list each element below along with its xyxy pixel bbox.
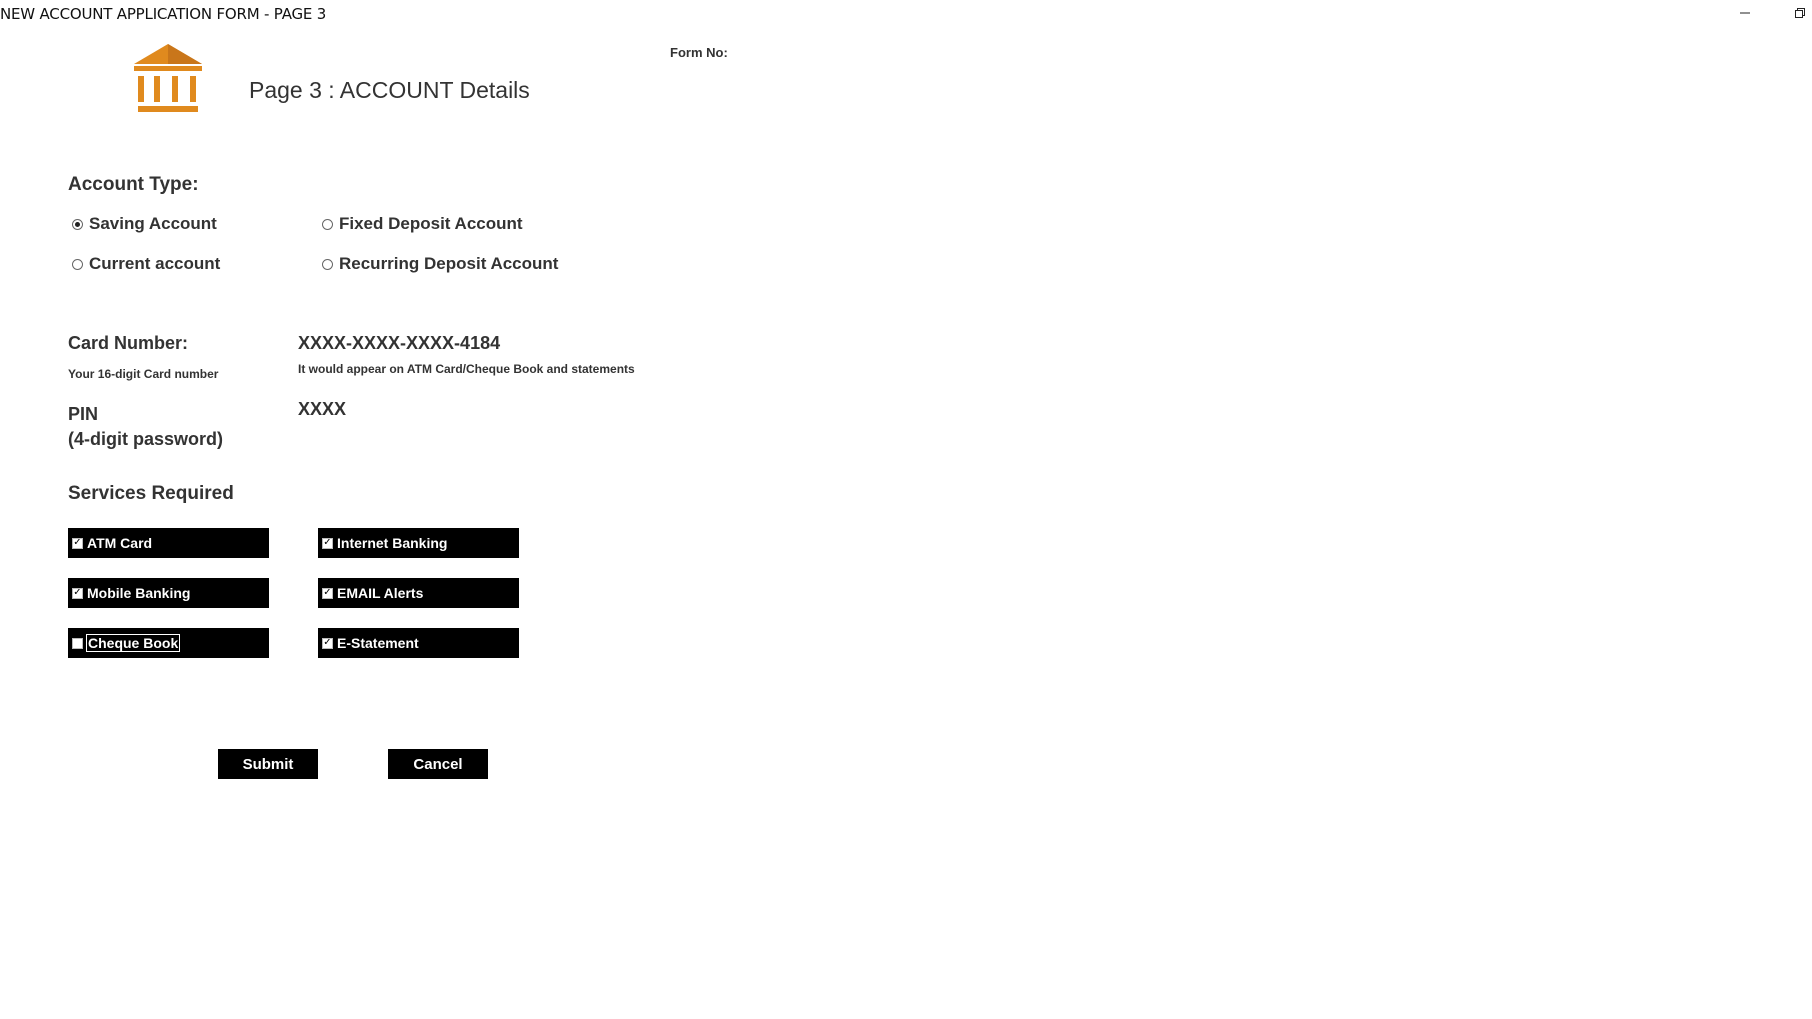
service-label: Internet Banking: [337, 535, 448, 551]
checkbox-checked[interactable]: ✓: [322, 637, 333, 649]
restore-icon: [1795, 8, 1805, 18]
radio-label: Saving Account: [89, 214, 217, 233]
radio-label: Recurring Deposit Account: [339, 254, 559, 273]
radio-indicator[interactable]: [72, 218, 83, 230]
window-title: NEW ACCOUNT APPLICATION FORM - PAGE 3: [0, 5, 327, 23]
services-required-label: Services Required: [68, 483, 234, 504]
service-label: Mobile Banking: [87, 585, 191, 601]
service-mobile-banking[interactable]: ✓ Mobile Banking: [68, 578, 269, 608]
pin-sublabel: (4-digit password): [68, 429, 224, 449]
card-number-value-hint: It would appear on ATM Card/Cheque Book …: [298, 362, 635, 376]
service-e-statement[interactable]: ✓ E-Statement: [318, 628, 519, 658]
checkbox-checked[interactable]: ✓: [72, 587, 83, 599]
cancel-button[interactable]: Cancel: [388, 749, 488, 779]
service-internet-banking[interactable]: ✓ Internet Banking: [318, 528, 519, 558]
radio-indicator[interactable]: [322, 258, 333, 270]
bank-icon: [134, 44, 202, 112]
page-title: Page 3 : ACCOUNT Details: [249, 77, 530, 103]
radio-label: Current account: [89, 254, 221, 273]
account-type-label: Account Type:: [68, 174, 199, 195]
restore-button[interactable]: [1790, 3, 1810, 23]
pin-label: PIN: [68, 404, 99, 424]
radio-recurring-deposit-account[interactable]: Recurring Deposit Account: [322, 254, 558, 274]
service-email-alerts[interactable]: ✓ EMAIL Alerts: [318, 578, 519, 608]
card-number-hint: Your 16-digit Card number: [68, 367, 219, 381]
checkbox-checked[interactable]: ✓: [72, 537, 83, 549]
radio-fixed-deposit-account[interactable]: Fixed Deposit Account: [322, 214, 523, 234]
card-number-value: XXXX-XXXX-XXXX-4184: [298, 333, 501, 353]
radio-saving-account[interactable]: Saving Account: [72, 214, 217, 234]
radio-label: Fixed Deposit Account: [339, 214, 523, 233]
checkbox-checked[interactable]: ✓: [322, 587, 333, 599]
service-label: ATM Card: [87, 535, 153, 551]
radio-current-account[interactable]: Current account: [72, 254, 220, 274]
card-number-label: Card Number:: [68, 333, 189, 353]
checkbox-checked[interactable]: ✓: [322, 537, 333, 549]
minimize-button[interactable]: [1735, 3, 1755, 23]
checkbox-unchecked[interactable]: [72, 637, 83, 649]
service-label: Cheque Book: [85, 634, 181, 652]
pin-value: XXXX: [298, 399, 347, 419]
form-no-label: Form No:: [670, 45, 728, 60]
radio-indicator[interactable]: [72, 258, 83, 270]
radio-indicator[interactable]: [322, 218, 333, 230]
service-label: E-Statement: [337, 635, 419, 651]
bank-logo: [132, 42, 204, 116]
service-label: EMAIL Alerts: [337, 585, 424, 601]
submit-button[interactable]: Submit: [218, 749, 318, 779]
minimize-icon: [1740, 12, 1750, 14]
service-cheque-book[interactable]: Cheque Book: [68, 628, 269, 658]
service-atm-card[interactable]: ✓ ATM Card: [68, 528, 269, 558]
